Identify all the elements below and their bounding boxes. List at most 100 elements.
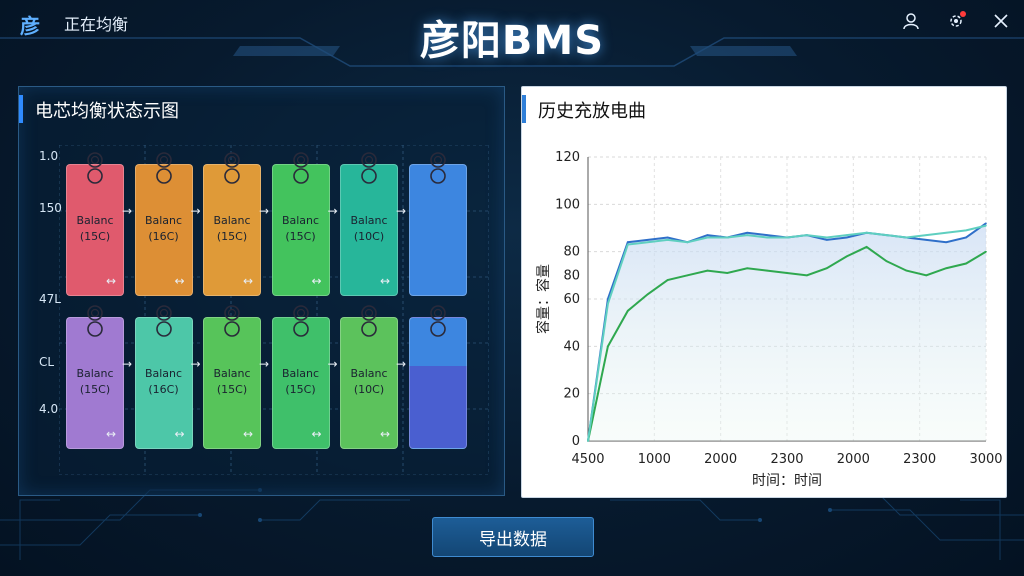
series-3-point bbox=[587, 440, 589, 442]
balance-bidirectional-icon: ↔ bbox=[174, 274, 185, 288]
battery-cell-12[interactable] bbox=[408, 305, 467, 449]
panel-accent-bar bbox=[19, 95, 23, 123]
cell-terminal-icon bbox=[361, 152, 377, 184]
series-3-point bbox=[627, 243, 629, 246]
balance-bidirectional-icon: ↔ bbox=[243, 274, 254, 288]
series-1-point bbox=[845, 236, 848, 239]
cell-current-text: (15C) bbox=[285, 383, 316, 396]
series-1-point bbox=[925, 239, 928, 241]
close-button[interactable] bbox=[988, 8, 1014, 34]
series-3-point bbox=[746, 234, 748, 236]
cell-terminal-icon bbox=[224, 305, 240, 337]
series-2-point bbox=[706, 269, 709, 272]
cell-current-text: (15C) bbox=[79, 383, 111, 396]
series-2-point bbox=[786, 272, 788, 274]
balance-bidirectional-icon: ↔ bbox=[311, 427, 322, 441]
series-3-point bbox=[865, 231, 868, 234]
battery-cell-6[interactable] bbox=[408, 152, 467, 296]
series-3-point bbox=[726, 236, 729, 239]
y-tick-label: 100 bbox=[555, 197, 580, 212]
cell-status-label: Balanc (15C) bbox=[67, 213, 123, 245]
y-tick-label: 20 bbox=[563, 387, 580, 402]
series-2-point bbox=[826, 267, 828, 270]
balance-arrow-icon: → bbox=[327, 357, 338, 371]
series-3-point bbox=[706, 236, 709, 239]
cell-current-text: (15C) bbox=[216, 230, 248, 243]
balance-arrow-icon: → bbox=[190, 204, 201, 218]
x-tick-label: 2300 bbox=[770, 452, 803, 467]
series-2-point bbox=[646, 293, 649, 296]
balance-bidirectional-icon: ↔ bbox=[380, 274, 391, 288]
balance-arrow-icon: → bbox=[396, 204, 407, 218]
cell-status-label: Balanc (16C) bbox=[136, 213, 192, 245]
series-2-point bbox=[607, 345, 609, 348]
cell-current-text: (15C) bbox=[79, 230, 111, 243]
series-3-point bbox=[806, 234, 808, 236]
balance-arrow-icon: → bbox=[190, 357, 201, 371]
cell-status-text: Balanc bbox=[281, 367, 320, 380]
cell-status-label: Balanc (16C) bbox=[136, 366, 192, 398]
series-3-point bbox=[666, 239, 669, 241]
balance-bidirectional-icon: ↔ bbox=[380, 427, 391, 441]
y-label-4: 4.0 bbox=[39, 402, 59, 416]
y-tick-label: 80 bbox=[563, 245, 580, 260]
cell-status-label: Balanc (10C) bbox=[341, 213, 397, 245]
y-tick-label: 60 bbox=[563, 292, 580, 307]
series-1-point bbox=[646, 239, 649, 241]
balance-bidirectional-icon: ↔ bbox=[311, 274, 322, 288]
series-2-point bbox=[746, 267, 748, 270]
series-1-point bbox=[826, 239, 828, 241]
settings-button[interactable] bbox=[943, 8, 969, 34]
cell-terminal-icon bbox=[224, 152, 240, 184]
cell-current-text: (10C) bbox=[353, 230, 385, 243]
cell-balance-title: 电芯均衡状态示图 bbox=[35, 101, 179, 122]
series-3-point bbox=[826, 236, 828, 239]
balance-arrow-icon: → bbox=[259, 357, 270, 371]
x-tick-label: 2300 bbox=[903, 452, 936, 467]
series-1-point bbox=[706, 234, 709, 236]
balance-arrow-icon: → bbox=[259, 204, 270, 218]
cell-status-label: Balanc (15C) bbox=[273, 366, 329, 398]
cell-status-label: Balanc (15C) bbox=[67, 366, 123, 398]
series-3-point bbox=[686, 241, 689, 243]
cell-balance-panel: 电芯均衡状态示图 1.0 150 47L CL 4.0 Balanc (15C) →… bbox=[18, 86, 505, 496]
cell-terminal-icon bbox=[429, 305, 446, 337]
series-3-point bbox=[786, 236, 788, 239]
series-area-fill bbox=[588, 223, 986, 441]
export-data-button[interactable]: 导出数据 bbox=[432, 517, 594, 557]
y-axis-label: 容量：容量 bbox=[535, 264, 552, 334]
series-3-point bbox=[646, 241, 649, 243]
series-2-point bbox=[726, 272, 729, 274]
cell-status-text: Balanc bbox=[76, 367, 114, 380]
series-1-point bbox=[766, 234, 768, 236]
x-tick-label: 3000 bbox=[969, 452, 1002, 467]
y-label-2: 47L bbox=[39, 292, 61, 306]
x-tick-label: 1000 bbox=[638, 452, 671, 467]
cell-status-text: Balanc bbox=[350, 367, 388, 380]
x-tick-label: 2000 bbox=[837, 452, 870, 467]
series-3-point bbox=[885, 234, 888, 236]
balance-bidirectional-icon: ↔ bbox=[106, 427, 117, 441]
notification-dot bbox=[960, 11, 966, 17]
cell-status-text: Balanc bbox=[350, 214, 388, 227]
series-2-point bbox=[766, 269, 768, 272]
cell-terminal-icon bbox=[155, 152, 172, 184]
balance-bidirectional-icon: ↔ bbox=[174, 427, 185, 441]
cell-status-label: Balanc (15C) bbox=[273, 213, 329, 245]
series-3-point bbox=[945, 231, 947, 234]
cell-current-text: (10C) bbox=[353, 383, 385, 396]
series-3-point bbox=[607, 302, 609, 305]
series-2-point bbox=[905, 269, 908, 272]
series-2-point bbox=[686, 274, 689, 277]
series-3-point bbox=[845, 234, 848, 236]
series-2-point bbox=[806, 274, 808, 277]
balance-bidirectional-icon: ↔ bbox=[106, 274, 117, 288]
series-2-point bbox=[865, 246, 868, 248]
cell-status-text: Balanc bbox=[213, 367, 251, 380]
user-button[interactable] bbox=[898, 8, 924, 34]
series-1-point bbox=[945, 241, 947, 243]
cell-status-text: Balanc bbox=[281, 214, 320, 227]
series-2-point bbox=[925, 274, 928, 277]
x-axis-label: 时间：时间 bbox=[752, 473, 822, 489]
series-2-point bbox=[666, 279, 669, 281]
